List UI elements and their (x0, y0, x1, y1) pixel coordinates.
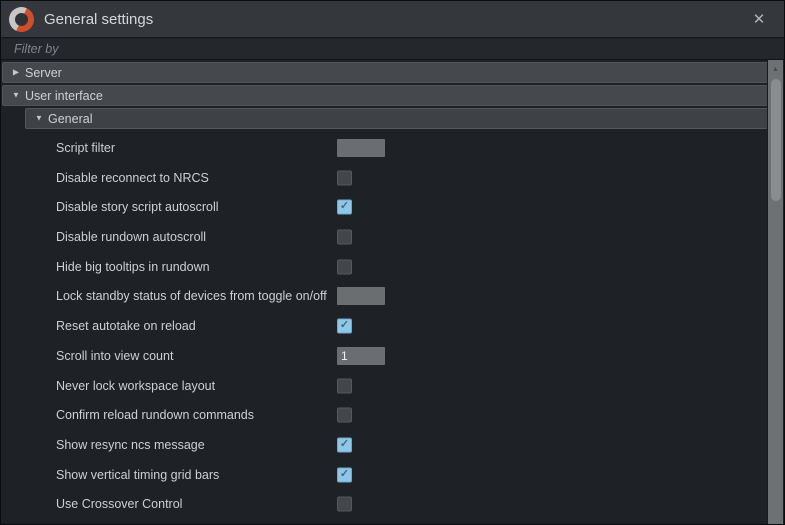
setting-label: Use Crossover Control (56, 497, 182, 511)
setting-control: ✓ (337, 200, 352, 215)
chevron-right-icon: ▶ (9, 68, 23, 77)
check-icon: ✓ (340, 469, 349, 480)
setting-control: ✓ (337, 438, 352, 453)
setting-label: Never lock workspace layout (56, 379, 215, 393)
setting-label: Reset autotake on reload (56, 319, 196, 333)
setting-row-script-filter: Script filter (1, 133, 769, 163)
check-icon: ✓ (340, 439, 349, 450)
setting-label: Disable reconnect to NRCS (56, 171, 209, 185)
setting-label: Lock standby status of devices from togg… (56, 289, 327, 303)
setting-row-disable-rundown-autoscroll: Disable rundown autoscroll (1, 222, 769, 252)
settings-content: ▶ Server ▼ User interface ▼ General Scri… (1, 60, 769, 524)
section-label: User interface (25, 89, 103, 103)
titlebar: General settings ✕ (1, 1, 784, 38)
setting-label: Confirm reload rundown commands (56, 408, 254, 422)
close-icon[interactable]: ✕ (742, 10, 776, 28)
setting-control: ✓ (337, 467, 352, 482)
setting-row-use-crossover-control: Use Crossover Control (1, 490, 769, 520)
checkbox-hide-big-tooltips-in-rundown[interactable] (337, 259, 352, 274)
setting-label: Scroll into view count (56, 349, 173, 363)
setting-control (337, 497, 352, 512)
setting-control (337, 287, 385, 305)
app-logo-icon (9, 7, 34, 32)
chevron-down-icon: ▼ (32, 114, 46, 123)
setting-row-disable-story-script-autoscroll: Disable story script autoscroll ✓ (1, 192, 769, 222)
input-script-filter[interactable] (337, 139, 385, 157)
checkbox-show-vertical-timing-grid-bars[interactable]: ✓ (337, 467, 352, 482)
settings-rows: Script filter Disable reconnect to NRCS … (1, 133, 769, 519)
setting-row-confirm-reload-rundown-commands: Confirm reload rundown commands (1, 400, 769, 430)
checkbox-disable-rundown-autoscroll[interactable] (337, 230, 352, 245)
checkbox-disable-story-script-autoscroll[interactable]: ✓ (337, 200, 352, 215)
section-header-server[interactable]: ▶ Server (2, 62, 768, 83)
filter-bar (1, 39, 784, 60)
setting-label: Script filter (56, 141, 115, 155)
checkbox-never-lock-workspace-layout[interactable] (337, 378, 352, 393)
setting-control (337, 408, 352, 423)
setting-label: Hide big tooltips in rundown (56, 260, 210, 274)
chevron-down-icon: ▼ (9, 91, 23, 100)
checkbox-disable-reconnect-to-nrcs[interactable] (337, 170, 352, 185)
input-scroll-into-view-count[interactable] (337, 347, 385, 365)
setting-row-show-resync-ncs-message: Show resync ncs message ✓ (1, 430, 769, 460)
setting-row-show-vertical-timing-grid-bars: Show vertical timing grid bars ✓ (1, 460, 769, 490)
setting-control (337, 378, 352, 393)
setting-label: Show vertical timing grid bars (56, 468, 219, 482)
setting-control: ✓ (337, 319, 352, 334)
setting-row-lock-standby-status-of-devices-from-toggle-on-off: Lock standby status of devices from togg… (1, 282, 769, 312)
general-settings-window: General settings ✕ ▶ Server ▼ User inter… (0, 0, 785, 525)
app-logo-center (15, 13, 28, 26)
setting-label: Disable rundown autoscroll (56, 230, 206, 244)
section-label: General (48, 112, 92, 126)
setting-label: Disable story script autoscroll (56, 200, 219, 214)
checkbox-confirm-reload-rundown-commands[interactable] (337, 408, 352, 423)
setting-control (337, 230, 352, 245)
filter-input[interactable] (1, 39, 784, 59)
section-header-user-interface[interactable]: ▼ User interface (2, 85, 768, 106)
scrollbar-thumb[interactable] (771, 79, 781, 201)
check-icon: ✓ (340, 320, 349, 331)
setting-row-never-lock-workspace-layout: Never lock workspace layout (1, 371, 769, 401)
section-header-general[interactable]: ▼ General (25, 108, 769, 129)
setting-control (337, 259, 352, 274)
checkbox-show-resync-ncs-message[interactable]: ✓ (337, 438, 352, 453)
window-title: General settings (44, 11, 742, 28)
checkbox-use-crossover-control[interactable] (337, 497, 352, 512)
setting-control (337, 170, 352, 185)
setting-label: Show resync ncs message (56, 438, 205, 452)
setting-control (337, 139, 385, 157)
scroll-up-icon[interactable]: ▲ (768, 60, 783, 78)
setting-row-hide-big-tooltips-in-rundown: Hide big tooltips in rundown (1, 252, 769, 282)
setting-row-scroll-into-view-count: Scroll into view count (1, 341, 769, 371)
setting-row-disable-reconnect-to-nrcs: Disable reconnect to NRCS (1, 163, 769, 193)
check-icon: ✓ (340, 201, 349, 212)
setting-row-reset-autotake-on-reload: Reset autotake on reload ✓ (1, 311, 769, 341)
section-label: Server (25, 66, 62, 80)
vertical-scrollbar[interactable]: ▲ (767, 60, 783, 524)
setting-control (337, 347, 385, 365)
input-lock-standby-status-of-devices-from-toggle-on-off[interactable] (337, 287, 385, 305)
checkbox-reset-autotake-on-reload[interactable]: ✓ (337, 319, 352, 334)
